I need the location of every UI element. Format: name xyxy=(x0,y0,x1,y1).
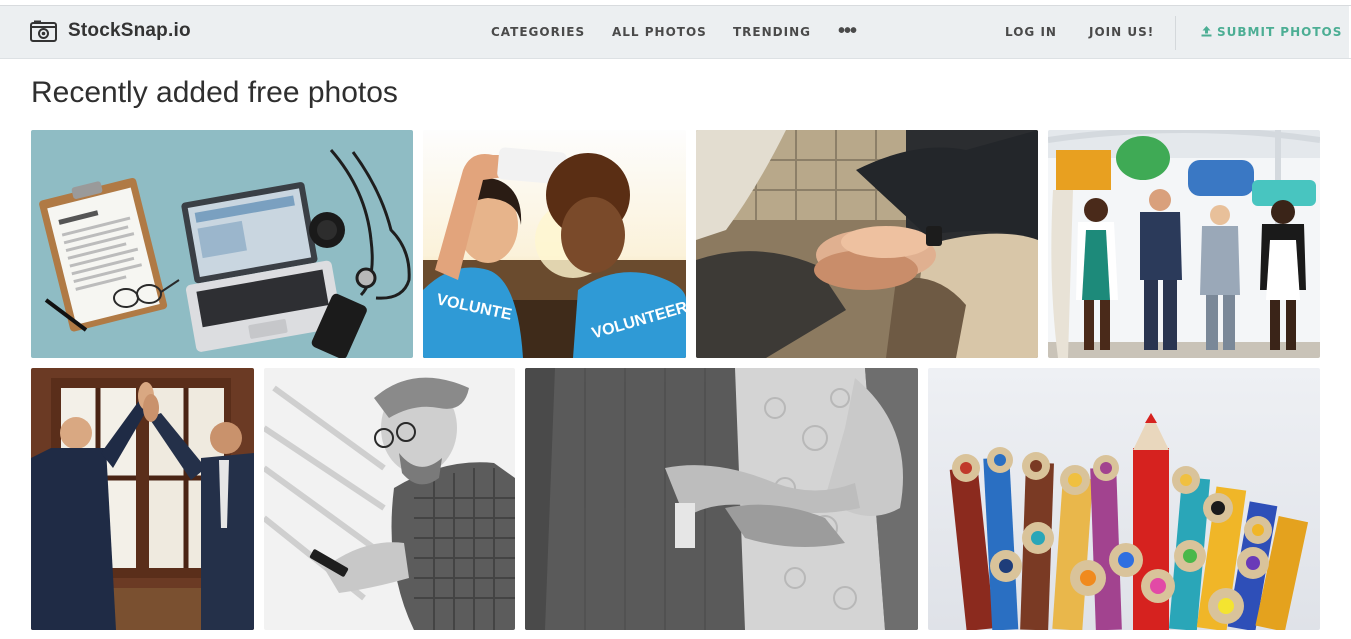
photo-laptop-contract[interactable] xyxy=(31,130,413,358)
camera-icon xyxy=(30,20,57,42)
submit-photos-button[interactable]: SUBMIT PHOTOS xyxy=(1201,6,1342,59)
photo-team-hands[interactable] xyxy=(696,130,1038,358)
navbar: StockSnap.io CATEGORIES ALL PHOTOS TREND… xyxy=(0,6,1351,59)
more-menu-icon[interactable]: ••• xyxy=(838,6,857,59)
photo-volunteers-selfie[interactable]: VOLUNTEER VOLUNTE xyxy=(423,130,686,358)
submit-photos-label: SUBMIT PHOTOS xyxy=(1217,25,1343,39)
photo-couple-embrace[interactable] xyxy=(525,368,918,630)
upload-icon xyxy=(1201,7,1212,60)
photo-colored-pencils[interactable] xyxy=(928,368,1320,630)
nav-login[interactable]: LOG IN xyxy=(1005,6,1057,59)
nav-join[interactable]: JOIN US! xyxy=(1089,6,1154,59)
brand-name: StockSnap.io xyxy=(68,20,191,41)
photo-high-five[interactable] xyxy=(31,368,254,630)
page-title: Recently added free photos xyxy=(31,76,398,109)
nav-categories[interactable]: CATEGORIES xyxy=(491,6,585,59)
nav-all-photos[interactable]: ALL PHOTOS xyxy=(612,6,707,59)
photo-man-phone[interactable] xyxy=(264,368,515,630)
brand-logo[interactable]: StockSnap.io xyxy=(30,20,191,42)
nav-divider xyxy=(1175,16,1176,50)
nav-trending[interactable]: TRENDING xyxy=(733,6,811,59)
photo-speech-bubbles[interactable] xyxy=(1048,130,1320,358)
